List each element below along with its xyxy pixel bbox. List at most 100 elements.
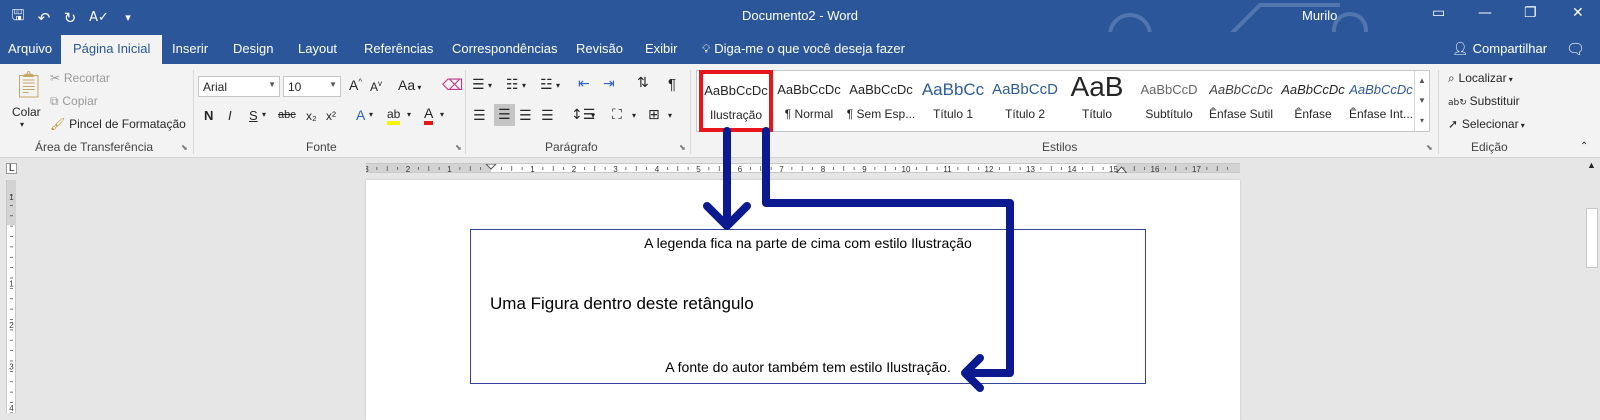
caption-bottom[interactable]: A fonte do autor também tem estilo Ilust… (471, 359, 1145, 375)
select-button[interactable]: ➚ Selecionar ▾ (1448, 117, 1525, 131)
paragraph-launcher-icon[interactable]: ⬊ (679, 143, 686, 152)
underline-button[interactable]: S (249, 108, 258, 123)
justify-icon[interactable]: ☰ (541, 108, 554, 124)
shrink-font-button[interactable]: Av (370, 79, 382, 94)
tell-me-box[interactable]: 💡︎ Diga-me o que você deseja fazer (702, 41, 905, 57)
ribbon-display-icon[interactable]: ▭ (1432, 5, 1445, 21)
share-button[interactable]: 👤︎ Compartilhar (1452, 41, 1547, 57)
clear-formatting-icon[interactable]: ⌫ (442, 76, 463, 94)
numbering-icon[interactable]: ☷ (506, 77, 519, 93)
figure-placeholder-text[interactable]: Uma Figura dentro deste retângulo (490, 294, 754, 314)
first-line-indent-marker[interactable] (485, 164, 497, 170)
style-titulo-1[interactable]: AaBbCc Título 1 (917, 73, 989, 131)
replace-button[interactable]: ab↻ Substituir (1448, 94, 1520, 108)
scroll-thumb[interactable] (1586, 208, 1598, 268)
styles-launcher-icon[interactable]: ⬊ (1426, 143, 1433, 152)
scroll-up-icon[interactable]: ▲ (1587, 160, 1596, 170)
right-indent-marker[interactable] (1115, 166, 1128, 173)
font-size-combo[interactable]: 10 ▼ (283, 76, 341, 97)
find-button[interactable]: ⌕ Localizar ▾ (1448, 71, 1513, 86)
vertical-scrollbar[interactable]: ▲ (1584, 158, 1600, 413)
document-page[interactable]: A legenda fica na parte de cima com esti… (366, 180, 1240, 420)
ruler-label: 2 (572, 165, 577, 173)
style-enfase-intensa[interactable]: AaBbCcDc Ênfase Int... (1345, 73, 1417, 131)
gallery-scroll[interactable]: ▲ ▼ ▾ (1414, 71, 1429, 131)
multilevel-list-icon[interactable]: ☳ (540, 77, 553, 93)
underline-dropdown-icon[interactable]: ▾ (262, 110, 266, 119)
bullets-dropdown-icon[interactable]: ▾ (488, 81, 492, 90)
increase-indent-icon[interactable]: ⇥ (603, 76, 615, 92)
lightbulb-icon: 💡︎ (702, 42, 715, 56)
highlight-button[interactable]: ab (387, 107, 401, 125)
style-subtitulo[interactable]: AaBbCcD Subtítulo (1133, 73, 1205, 131)
paste-dropdown-icon[interactable]: ▾ (20, 120, 24, 129)
user-name[interactable]: Murilo (1302, 8, 1337, 23)
paste-icon[interactable]: 📋︎ (12, 70, 45, 100)
gallery-more-icon[interactable]: ▾ (1415, 111, 1429, 131)
tab-inserir[interactable]: Inserir (172, 41, 208, 56)
ruler-label: 6 (738, 165, 743, 173)
close-icon[interactable]: ✕ (1572, 5, 1584, 21)
tab-correspondencias[interactable]: Correspondências (452, 41, 558, 56)
shading-dropdown-icon[interactable]: ▾ (632, 111, 636, 120)
highlight-dropdown-icon[interactable]: ▾ (407, 110, 411, 119)
copy-button[interactable]: ⧉ Copiar (50, 94, 98, 109)
subscript-button[interactable]: x₂ (306, 109, 317, 123)
collapse-ribbon-icon[interactable]: ⌃ (1580, 141, 1588, 152)
restore-icon[interactable]: ❐ (1524, 5, 1537, 21)
style-preview: AaBbCcDc (1281, 82, 1345, 97)
align-right-icon[interactable]: ☰ (519, 108, 532, 124)
style-normal[interactable]: AaBbCcDc ¶ Normal (773, 73, 845, 131)
numbering-dropdown-icon[interactable]: ▾ (522, 81, 526, 90)
multilevel-dropdown-icon[interactable]: ▾ (556, 81, 560, 90)
grow-font-button[interactable]: A^ (349, 77, 362, 93)
borders-dropdown-icon[interactable]: ▾ (668, 111, 672, 120)
cut-button[interactable]: ✂ Recortar (50, 71, 110, 85)
shading-icon[interactable]: ⛶ (612, 107, 622, 123)
tab-design[interactable]: Design (233, 41, 273, 56)
strikethrough-button[interactable]: abc (278, 109, 296, 121)
change-case-button[interactable]: Aa ▾ (398, 77, 421, 93)
font-color-dropdown-icon[interactable]: ▾ (440, 110, 444, 119)
style-enfase-sutil[interactable]: AaBbCcDc Ênfase Sutil (1205, 73, 1277, 131)
tab-layout[interactable]: Layout (298, 41, 337, 56)
tab-referencias[interactable]: Referências (364, 41, 433, 56)
tab-revisao[interactable]: Revisão (576, 41, 623, 56)
figure-rectangle[interactable]: A legenda fica na parte de cima com esti… (470, 229, 1146, 384)
style-titulo-2[interactable]: AaBbCcD Título 2 (989, 73, 1061, 131)
clipboard-launcher-icon[interactable]: ⬊ (181, 143, 188, 152)
font-color-button[interactable]: A (424, 106, 434, 125)
tab-arquivo[interactable]: Arquivo (8, 41, 52, 56)
paste-button[interactable]: Colar (12, 105, 41, 119)
bold-button[interactable]: N (204, 108, 213, 123)
tab-selector-icon[interactable]: L (6, 163, 17, 174)
style-enfase[interactable]: AaBbCcDc Ênfase (1277, 73, 1349, 131)
font-launcher-icon[interactable]: ⬊ (455, 143, 462, 152)
vertical-ruler[interactable]: 1 1 2 3 4 (6, 180, 16, 413)
style-ilustracao[interactable]: AaBbCcDc Ilustração (699, 70, 773, 132)
comment-icon[interactable]: 🗨︎ (1566, 40, 1585, 58)
horizontal-ruler[interactable]: 3 2 1 1 2 3 4 5 6 7 8 9 10 11 12 13 14 15 16 17 (366, 163, 1240, 173)
superscript-button[interactable]: x² (326, 109, 336, 123)
decrease-indent-icon[interactable]: ⇤ (578, 76, 590, 92)
line-spacing-dropdown-icon[interactable]: ▾ (591, 111, 595, 120)
minimize-icon[interactable]: — (1478, 5, 1492, 21)
sort-icon[interactable]: ⇅ (637, 75, 649, 91)
font-name-combo[interactable]: Arial ▼ (198, 76, 280, 97)
style-sem-espacamento[interactable]: AaBbCcDc ¶ Sem Esp... (845, 73, 917, 131)
borders-icon[interactable]: ⊞ (648, 107, 660, 123)
format-painter-button[interactable]: 🖌︎ Pincel de Formatação (50, 117, 186, 131)
gallery-up-icon[interactable]: ▲ (1415, 71, 1429, 91)
bullets-icon[interactable]: ☰ (472, 77, 485, 93)
text-effects-button[interactable]: A (356, 107, 365, 123)
style-titulo[interactable]: AaB Título (1061, 73, 1133, 131)
caption-top[interactable]: A legenda fica na parte de cima com esti… (471, 235, 1145, 251)
show-formatting-button[interactable]: ¶ (668, 76, 676, 93)
align-left-icon[interactable]: ☰ (473, 108, 486, 124)
gallery-down-icon[interactable]: ▼ (1415, 91, 1429, 111)
tab-pagina-inicial[interactable]: Página Inicial (61, 35, 163, 64)
align-center-icon[interactable]: ☰ (494, 104, 515, 126)
italic-button[interactable]: I (228, 108, 232, 123)
text-effects-dropdown-icon[interactable]: ▾ (369, 110, 373, 119)
tab-exibir[interactable]: Exibir (645, 41, 678, 56)
